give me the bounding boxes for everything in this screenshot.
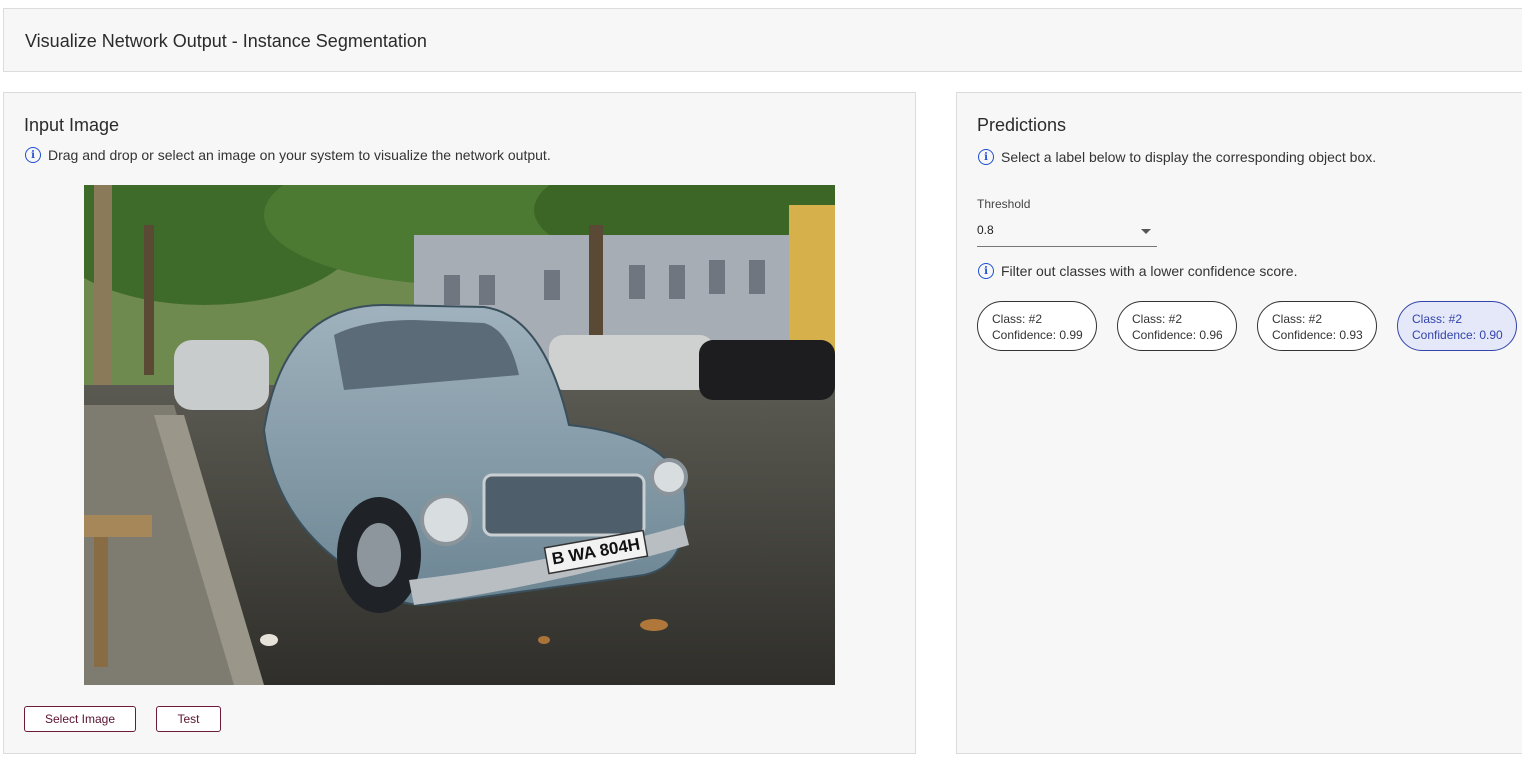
select-image-button[interactable]: Select Image: [24, 706, 136, 732]
input-info-text: Drag and drop or select an image on your…: [48, 147, 551, 163]
predictions-info-row: i Select a label below to display the co…: [978, 149, 1376, 165]
car-street-image: B WA 804H: [84, 185, 835, 685]
dropdown-caret-icon: [1141, 229, 1151, 234]
input-image-panel: Input Image i Drag and drop or select an…: [3, 92, 916, 754]
info-icon: i: [978, 149, 994, 165]
chip-class-label: Class: #2: [992, 312, 1043, 326]
chip-confidence-label: Confidence: 0.93: [1272, 328, 1363, 342]
input-info-row: i Drag and drop or select an image on yo…: [25, 147, 551, 163]
prediction-chip[interactable]: Class: #2 Confidence: 0.93: [1257, 301, 1377, 351]
prediction-chip[interactable]: Class: #2 Confidence: 0.96: [1117, 301, 1237, 351]
prediction-chip[interactable]: Class: #2 Confidence: 0.99: [977, 301, 1097, 351]
info-icon: i: [978, 263, 994, 279]
input-image-dropzone[interactable]: B WA 804H: [84, 185, 835, 685]
test-button[interactable]: Test: [156, 706, 221, 732]
predictions-info-text: Select a label below to display the corr…: [1001, 149, 1377, 165]
chip-class-label: Class: #2: [1132, 312, 1183, 326]
threshold-select[interactable]: 0.8: [977, 219, 1157, 247]
page-header: Visualize Network Output - Instance Segm…: [3, 8, 1522, 72]
chip-class-label: Class: #2: [1412, 312, 1463, 326]
filter-info-text: Filter out classes with a lower confiden…: [1001, 263, 1298, 279]
chip-confidence-label: Confidence: 0.99: [992, 328, 1083, 342]
chip-confidence-label: Confidence: 0.90: [1412, 328, 1503, 342]
chip-confidence-label: Confidence: 0.96: [1132, 328, 1223, 342]
info-icon: i: [25, 147, 41, 163]
chip-class-label: Class: #2: [1272, 312, 1323, 326]
prediction-chip-selected[interactable]: Class: #2 Confidence: 0.90: [1397, 301, 1517, 351]
page-title: Visualize Network Output - Instance Segm…: [25, 31, 427, 51]
predictions-panel: Predictions i Select a label below to di…: [956, 92, 1522, 754]
input-image-title: Input Image: [24, 115, 120, 135]
predictions-title: Predictions: [977, 115, 1067, 135]
threshold-value: 0.8: [977, 223, 994, 237]
threshold-label: Threshold: [977, 197, 1031, 211]
filter-info-row: i Filter out classes with a lower confid…: [978, 263, 1297, 279]
